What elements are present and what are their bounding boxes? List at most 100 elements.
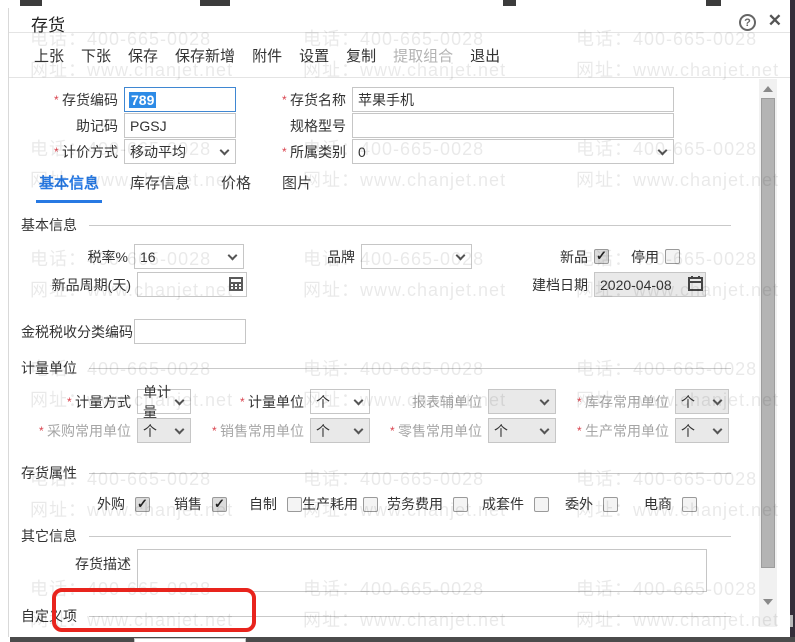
discontinued-checkbox[interactable] (665, 249, 680, 264)
chevron-down-icon (174, 395, 185, 405)
toolbar-copy-button[interactable]: 复制 (346, 45, 376, 66)
mnemonic-input[interactable] (124, 113, 236, 138)
production-unit-select[interactable]: 个 (675, 418, 729, 443)
stock-unit-value: 个 (681, 393, 695, 410)
section-divider (89, 615, 731, 617)
new-product-checkbox[interactable] (594, 248, 609, 264)
section-basic-info: 基本信息 (21, 215, 761, 235)
toolbar-save-button[interactable]: 保存 (128, 45, 158, 66)
attr-self-made-label: 自制 (249, 496, 277, 512)
attr-sales-label: 销售 (174, 496, 202, 512)
tab-image[interactable]: 图片 (279, 169, 315, 203)
tab-basic-info[interactable]: 基本信息 (36, 169, 103, 203)
stock-unit-label: 库存常用单位 (556, 392, 675, 412)
attr-production-use-label: 生产耗用 (302, 496, 358, 512)
chevron-down-icon (657, 145, 668, 155)
inventory-name-input[interactable] (352, 87, 674, 112)
toolbar-exit-button[interactable]: 退出 (470, 45, 500, 66)
mnemonic-label: 助记码 (76, 117, 118, 134)
golden-tax-code-input[interactable] (134, 319, 246, 344)
tab-bar: 基本信息 库存信息 价格 图片 (21, 169, 761, 203)
discontinued-label: 停用 (631, 248, 659, 265)
chevron-down-icon (455, 250, 466, 260)
production-unit-value: 个 (681, 422, 695, 439)
retail-unit-value: 个 (494, 422, 508, 439)
scroll-up-arrow-icon[interactable] (763, 86, 773, 92)
unit-mode-value: 单计量 (143, 383, 171, 420)
help-icon[interactable]: ? (739, 14, 756, 31)
background-window-fragment (20, 0, 42, 6)
chevron-down-icon (712, 424, 723, 434)
screen: 存货 ? ✕ 上张 下张 保存 保存新增 附件 设置 复制 提取组合 退出 存货… (0, 0, 795, 642)
attr-subcontract-label: 委外 (565, 496, 593, 512)
toolbar-next-button[interactable]: 下张 (81, 45, 111, 66)
tax-rate-label: 税率% (87, 248, 128, 265)
toolbar-settings-button[interactable]: 设置 (299, 45, 329, 66)
inventory-code-input[interactable]: 789 (124, 87, 236, 112)
background-window-fragment (200, 0, 230, 6)
chevron-down-icon (353, 424, 364, 434)
attr-labor-cost-label: 劳务费用 (387, 496, 443, 512)
inventory-code-value: 789 (129, 91, 157, 108)
unit-label: 计量单位 (191, 392, 310, 412)
unit-mode-select[interactable]: 单计量 (137, 384, 191, 420)
form-content: 存货编码 789 存货名称 助记码 规格型号 计价方式 移动平均 所属类 (21, 79, 761, 642)
vertical-scrollbar[interactable] (759, 79, 777, 627)
calendar-icon[interactable] (688, 276, 703, 291)
close-icon[interactable]: ✕ (768, 11, 782, 31)
toolbar-extract-combo-button: 提取组合 (393, 47, 454, 65)
attr-ecommerce-label: 电商 (644, 496, 672, 512)
purchase-unit-value: 个 (143, 422, 157, 439)
toolbar-attachment-button[interactable]: 附件 (252, 45, 282, 66)
unit-select[interactable]: 个 (310, 389, 370, 414)
attr-production-use-checkbox[interactable] (363, 496, 378, 512)
description-label: 存货描述 (75, 556, 131, 572)
section-divider (89, 367, 731, 369)
attr-sales-checkbox[interactable] (212, 496, 227, 512)
report-aux-unit-select[interactable] (488, 389, 556, 414)
chevron-down-icon (712, 395, 723, 405)
note-input[interactable] (134, 638, 246, 642)
sales-unit-value: 个 (316, 422, 330, 439)
inventory-code-label: 存货编码 (21, 90, 124, 110)
toolbar-save-new-button[interactable]: 保存新增 (175, 45, 235, 66)
purchase-unit-select[interactable]: 个 (137, 418, 191, 443)
attr-kit-label: 成套件 (482, 496, 524, 512)
scroll-down-arrow-icon[interactable] (763, 599, 773, 605)
purchase-unit-label: 采购常用单位 (21, 421, 137, 441)
dialog-titlebar: 存货 ? ✕ (9, 8, 790, 35)
section-units: 计量单位 (21, 358, 761, 378)
description-textarea[interactable] (137, 549, 707, 592)
valuation-method-select[interactable]: 移动平均 (124, 139, 236, 164)
spec-model-input[interactable] (352, 113, 674, 138)
section-attributes: 存货属性 (21, 463, 761, 483)
attr-kit-checkbox[interactable] (534, 496, 549, 512)
valuation-method-value: 移动平均 (130, 143, 186, 160)
new-product-label: 新品 (560, 248, 588, 265)
chevron-down-icon (174, 424, 185, 434)
report-aux-unit-label: 报表辅单位 (412, 393, 482, 410)
section-units-title: 计量单位 (21, 360, 77, 376)
retail-unit-label: 零售常用单位 (370, 421, 488, 441)
attr-ecommerce-checkbox[interactable] (682, 496, 697, 512)
scrollbar-thumb[interactable] (761, 98, 775, 568)
retail-unit-select[interactable]: 个 (488, 418, 556, 443)
attr-self-made-checkbox[interactable] (287, 496, 302, 512)
unit-value: 个 (316, 393, 330, 410)
toolbar-prev-button[interactable]: 上张 (34, 45, 64, 66)
calculator-icon[interactable] (228, 276, 244, 292)
sales-unit-select[interactable]: 个 (310, 418, 370, 443)
new-product-cycle-label: 新品周期(天) (51, 276, 131, 293)
tab-price[interactable]: 价格 (218, 169, 254, 203)
tab-stock-info[interactable]: 库存信息 (127, 169, 193, 203)
section-other-info-title: 其它信息 (21, 528, 77, 544)
brand-select[interactable] (361, 244, 472, 269)
brand-label: 品牌 (327, 248, 355, 265)
created-date-label: 建档日期 (532, 276, 588, 293)
stock-unit-select[interactable]: 个 (675, 389, 729, 414)
attr-outsourced-checkbox[interactable] (135, 496, 150, 512)
attr-subcontract-checkbox[interactable] (603, 496, 618, 512)
category-select[interactable]: 0 (352, 139, 674, 164)
tax-rate-select[interactable]: 16 (134, 244, 244, 269)
attr-labor-cost-checkbox[interactable] (453, 496, 468, 512)
